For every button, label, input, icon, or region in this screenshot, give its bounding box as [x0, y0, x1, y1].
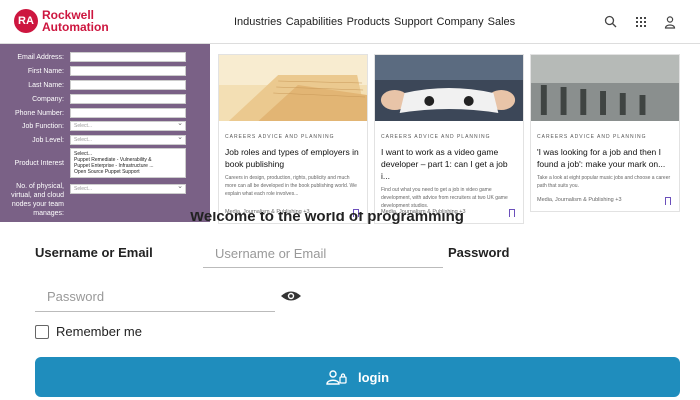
eye-icon[interactable] — [280, 289, 302, 303]
phone-row: Phone Number: — [0, 108, 210, 118]
nav-sales[interactable]: Sales — [488, 16, 516, 28]
first-name-label: First Name: — [27, 67, 64, 75]
page: RA Rockwell Automation Industries Capabi… — [0, 0, 700, 400]
top-header: RA Rockwell Automation Industries Capabi… — [0, 0, 700, 44]
users-lock-icon — [326, 370, 347, 385]
nodes-select[interactable]: Select... — [70, 183, 186, 194]
article-card[interactable]: CAREERS ADVICE AND PLANNING I want to wo… — [374, 54, 524, 224]
job-function-row: Job Function: Select... — [0, 120, 210, 131]
company-label: Company: — [32, 95, 64, 103]
password-label: Password — [448, 245, 510, 260]
card-title[interactable]: Job roles and types of employers in book… — [225, 146, 361, 170]
nav-company[interactable]: Company — [437, 16, 484, 28]
article-card[interactable]: CAREERS ADVICE AND PLANNING Job roles an… — [218, 54, 368, 224]
remember-label: Remember me — [56, 324, 142, 339]
last-name-label: Last Name: — [28, 81, 64, 89]
gamepad-image — [375, 55, 523, 121]
product-interest-list[interactable]: Select... Puppet Remediate - Vulnerabili… — [70, 148, 186, 178]
bookmark-icon[interactable] — [665, 197, 671, 205]
login-button[interactable]: login — [35, 357, 680, 397]
main-nav: Industries Capabilities Products Support… — [234, 16, 515, 28]
nav-industries[interactable]: Industries — [234, 16, 282, 28]
product-interest-row: Product Interest Select... Puppet Remedi… — [0, 148, 210, 178]
card-category: CAREERS ADVICE AND PLANNING — [225, 134, 335, 140]
card-description: Take a look at eight popular music jobs … — [537, 175, 671, 189]
bookmark-icon[interactable] — [509, 209, 515, 217]
email-label: Email Address: — [17, 53, 64, 61]
lead-form: Email Address: First Name: Last Name: Co… — [0, 44, 210, 222]
username-input[interactable] — [203, 240, 443, 268]
job-function-label: Job Function: — [21, 122, 64, 130]
search-icon[interactable] — [603, 14, 619, 30]
email-row: Email Address: — [0, 52, 210, 62]
logo-line2: Automation — [42, 20, 109, 34]
login-button-label: login — [357, 369, 390, 385]
books-image — [219, 55, 367, 121]
email-field[interactable] — [70, 52, 186, 62]
card-meta: Media, Journalism & Publishing +3 — [537, 197, 622, 203]
mixer-image — [531, 55, 679, 121]
password-input[interactable] — [35, 282, 275, 312]
product-interest-label: Product Interest — [14, 159, 64, 167]
phone-label: Phone Number: — [14, 109, 64, 117]
nav-support[interactable]: Support — [394, 16, 433, 28]
job-level-select[interactable]: Select... — [70, 134, 186, 145]
card-category: CAREERS ADVICE AND PLANNING — [381, 134, 491, 140]
card-description: Find out what you need to get a job in v… — [381, 187, 508, 209]
article-card[interactable]: CAREERS ADVICE AND PLANNING 'I was looki… — [530, 54, 680, 212]
logo-text: Rockwell Automation — [42, 9, 109, 33]
nodes-label: No. of physical, virtual, and cloud node… — [11, 183, 64, 217]
company-field[interactable] — [70, 94, 186, 104]
first-name-row: First Name: — [0, 66, 210, 76]
nav-capabilities[interactable]: Capabilities — [286, 16, 343, 28]
nav-products[interactable]: Products — [347, 16, 390, 28]
last-name-field[interactable] — [70, 80, 186, 90]
product-option[interactable]: Open Source Puppet Support — [74, 169, 182, 175]
last-name-row: Last Name: — [0, 80, 210, 90]
rockwell-logo[interactable]: RA Rockwell Automation — [14, 9, 109, 33]
remember-checkbox[interactable] — [35, 324, 49, 339]
phone-field[interactable] — [70, 108, 186, 118]
card-title[interactable]: 'I was looking for a job and then I foun… — [537, 146, 673, 170]
remember-me: Remember me — [35, 324, 142, 339]
job-level-label: Job Level: — [32, 136, 64, 144]
article-cards: CAREERS ADVICE AND PLANNING Job roles an… — [210, 44, 700, 224]
company-row: Company: — [0, 94, 210, 104]
grid-icon[interactable] — [633, 14, 649, 30]
user-icon[interactable] — [662, 14, 678, 30]
nodes-row: No. of physical, virtual, and cloud node… — [0, 182, 210, 218]
username-label: Username or Email — [35, 245, 153, 260]
job-function-select[interactable]: Select... — [70, 120, 186, 131]
card-description: Careers in design, production, rights, p… — [225, 175, 357, 197]
welcome-heading: Welcome to the world of programming — [190, 212, 464, 225]
card-title[interactable]: I want to work as a video game developer… — [381, 146, 517, 182]
job-level-row: Job Level: Select... — [0, 134, 210, 145]
card-category: CAREERS ADVICE AND PLANNING — [537, 134, 647, 140]
logo-badge: RA — [14, 9, 38, 33]
first-name-field[interactable] — [70, 66, 186, 76]
